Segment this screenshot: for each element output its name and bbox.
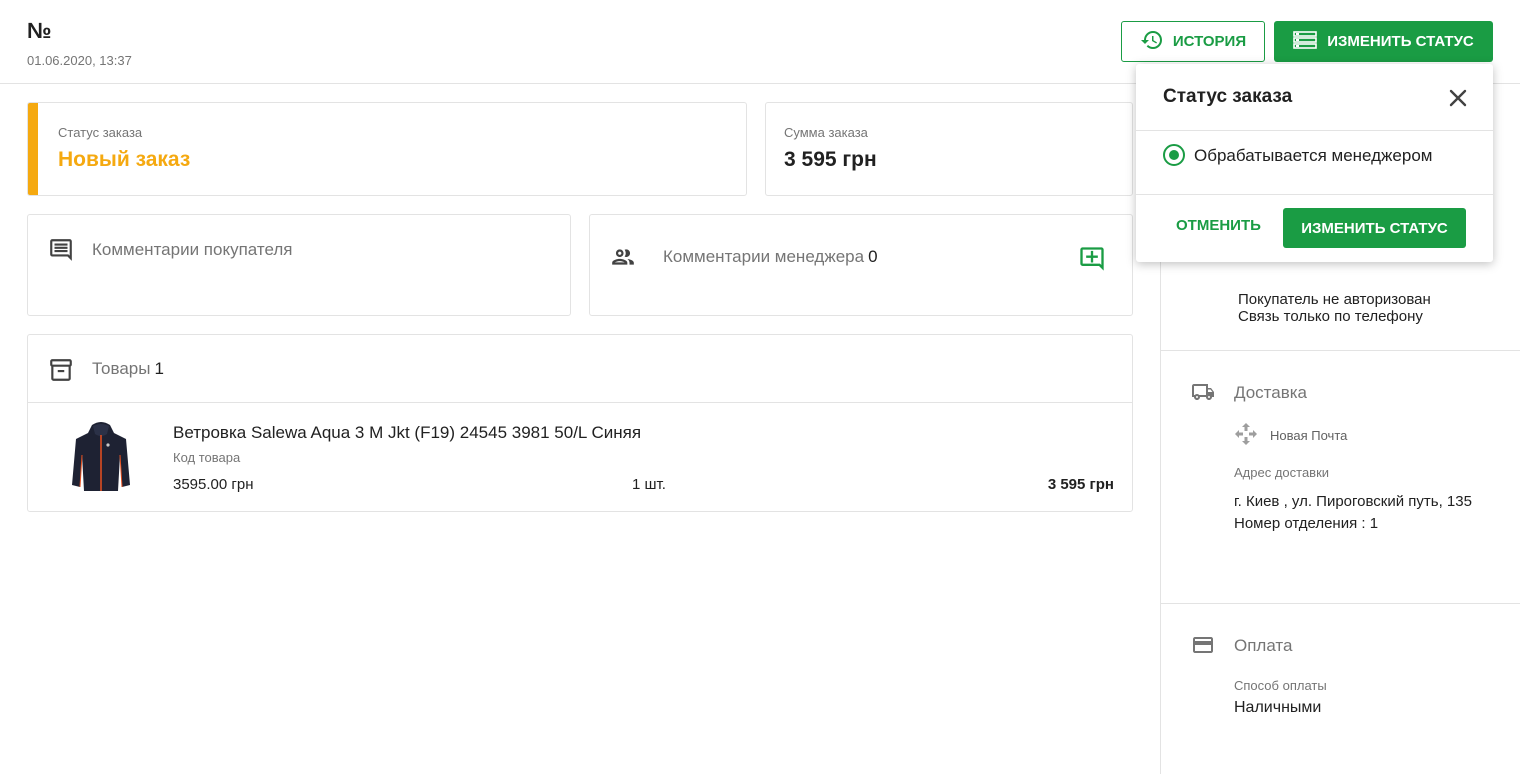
delivery-address-label: Адрес доставки: [1234, 465, 1330, 480]
goods-title-label: Товары: [92, 359, 151, 378]
product-quantity: 1 шт.: [632, 476, 666, 493]
change-status-button-label: Изменить статус: [1327, 33, 1474, 50]
manager-comments-count: 0: [868, 247, 878, 266]
delivery-address: г. Киев , ул. Пироговский путь, 135: [1234, 493, 1472, 510]
divider: [1136, 194, 1493, 195]
add-comment-icon[interactable]: [1078, 245, 1106, 278]
order-sum-label: Сумма заказа: [784, 125, 868, 140]
payment-method-value: Наличными: [1234, 699, 1322, 716]
status-popup-title: Статус заказа: [1163, 86, 1293, 107]
buyer-contact-note: Связь только по телефону: [1238, 308, 1423, 325]
product-image[interactable]: [68, 419, 134, 495]
order-sum-value: 3 595 грн: [784, 148, 877, 171]
divider: [1136, 130, 1493, 131]
product-price: 3595.00 грн: [173, 476, 254, 493]
divider: [1161, 350, 1520, 351]
payment-method-label: Способ оплаты: [1234, 678, 1327, 693]
status-option-radio[interactable]: [1163, 144, 1185, 166]
nova-poshta-icon: [1234, 422, 1258, 451]
change-status-button[interactable]: Изменить статус: [1274, 21, 1493, 62]
delivery-title: Доставка: [1234, 383, 1308, 402]
history-icon: [1140, 28, 1164, 56]
order-status-card: Статус заказа Новый заказ: [27, 102, 747, 196]
credit-card-icon: [1189, 633, 1217, 662]
goods-card: Товары 1 Ветровка Salewa Aqua 3 M Jkt (F1…: [27, 334, 1133, 512]
history-button-label: История: [1172, 33, 1247, 50]
history-button[interactable]: История: [1121, 21, 1265, 62]
confirm-status-button[interactable]: Изменить статус: [1283, 208, 1466, 248]
goods-count: 1: [154, 359, 164, 378]
order-date: 01.06.2020, 13:37: [27, 53, 132, 68]
buyer-info-note: Покупатель не авторизован Связь только п…: [1238, 291, 1431, 325]
manager-comments-label: Комментарии менеджера: [663, 247, 865, 266]
product-code-label: Код товара: [173, 450, 241, 465]
box-icon: [48, 357, 74, 388]
truck-icon: [1189, 380, 1217, 409]
product-total: 3 595 грн: [1047, 476, 1114, 493]
people-icon: [610, 244, 636, 275]
delivery-branch: Номер отделения : 1: [1234, 515, 1379, 532]
manager-comments-card: Комментарии менеджера 0: [589, 214, 1133, 316]
goods-header: Товары 1: [28, 335, 1132, 403]
close-icon[interactable]: [1448, 88, 1468, 113]
list-icon: [1293, 30, 1318, 54]
buyer-comments-card: Комментарии покупателя: [27, 214, 571, 316]
buyer-comments-title: Комментарии покупателя: [92, 240, 293, 259]
status-popup: Статус заказа Обрабатывается менеджером …: [1136, 64, 1493, 262]
delivery-carrier: Новая Почта: [1270, 428, 1348, 443]
order-status-value: Новый заказ: [58, 148, 191, 171]
status-option-label[interactable]: Обрабатывается менеджером: [1194, 146, 1432, 166]
order-sum-card: Сумма заказа 3 595 грн: [765, 102, 1133, 196]
goods-title: Товары 1: [92, 359, 164, 379]
cancel-button[interactable]: Отменить: [1176, 217, 1261, 234]
order-status-label: Статус заказа: [58, 125, 143, 140]
product-name[interactable]: Ветровка Salewa Aqua 3 M Jkt (F19) 24545…: [173, 423, 641, 443]
manager-comments-title: Комментарии менеджера 0: [663, 247, 878, 267]
payment-title: Оплата: [1234, 636, 1293, 655]
order-number: №: [27, 18, 52, 43]
status-accent-stripe: [28, 103, 38, 195]
buyer-auth-note: Покупатель не авторизован: [1238, 291, 1431, 308]
divider: [1161, 603, 1520, 604]
comment-icon: [48, 237, 74, 268]
